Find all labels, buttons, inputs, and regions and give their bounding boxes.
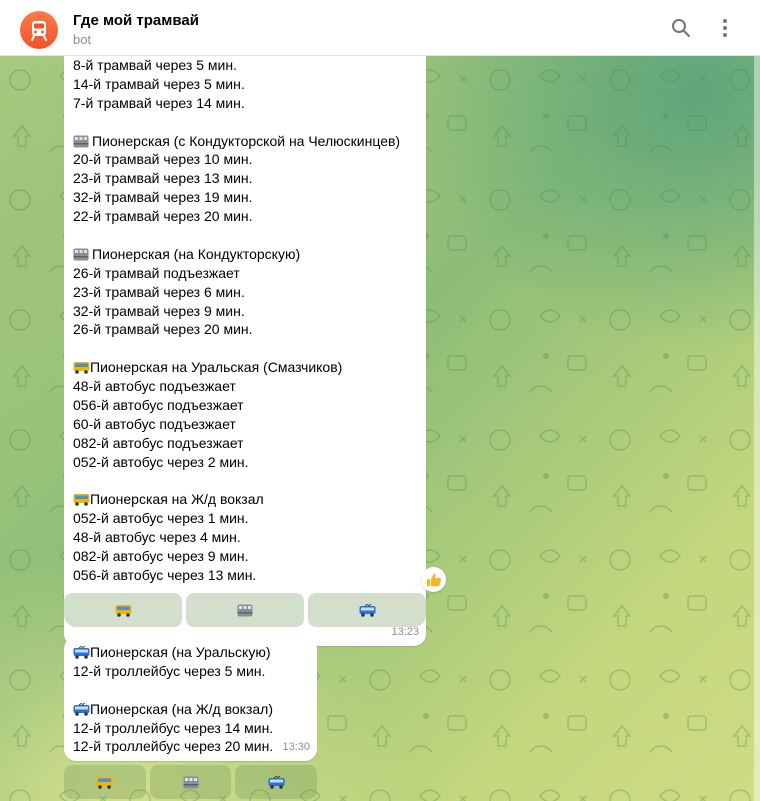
- keyboard-button-tram[interactable]: [186, 593, 304, 627]
- stop-title: Пионерская (на Ж/д вокзал): [90, 700, 273, 717]
- keyboard-button-bus[interactable]: [64, 765, 146, 799]
- message-line: 32-й трамвай через 19 мин.: [73, 189, 253, 206]
- stop-title: Пионерская на Ж/д вокзал: [90, 491, 264, 508]
- message-line: 23-й трамвай через 13 мин.: [73, 170, 253, 187]
- stop-title: Пионерская (на Кондукторскую): [92, 245, 301, 262]
- tram-stop-icon: [73, 248, 89, 261]
- chat-subtitle: bot: [73, 32, 92, 47]
- tram-icon: [237, 604, 253, 616]
- message-line: 12-й троллейбус через 20 мин.: [73, 738, 274, 755]
- bus-icon: [73, 362, 90, 374]
- message-time: 13:30: [282, 741, 310, 754]
- trolleybus-icon: [73, 702, 90, 716]
- message-line: 082-й автобус через 9 мин.: [73, 548, 249, 565]
- keyboard-button-tram[interactable]: [149, 765, 232, 799]
- message-line: 60-й автобус подъезжает: [73, 415, 236, 432]
- stop-heading: Пионерская (на Кондукторскую): [73, 245, 418, 264]
- bus-icon: [115, 604, 131, 617]
- search-icon: [672, 19, 690, 37]
- message-line: 052-й автобус через 1 мин.: [73, 510, 249, 527]
- stop-heading: Пионерская (на Ж/д вокзал): [73, 700, 309, 719]
- chat-area[interactable]: 8-й трамвай через 5 мин. 14-й трамвай че…: [0, 56, 760, 801]
- keyboard-button-bus[interactable]: [64, 593, 182, 627]
- message-line: 22-й трамвай через 20 мин.: [73, 208, 253, 225]
- stop-title: Пионерская на Уральская (Смазчиков): [90, 359, 343, 376]
- message-line: 32-й трамвай через 9 мин.: [73, 302, 245, 319]
- more-vertical-icon: [723, 19, 727, 37]
- message-line: 14-й трамвай через 5 мин.: [73, 75, 245, 92]
- chat-header: Где мой трамвай bot: [0, 0, 760, 56]
- tram-icon: [31, 21, 47, 41]
- message-line: 48-й автобус подъезжает: [73, 378, 236, 395]
- keyboard-button-trolleybus[interactable]: [308, 593, 426, 627]
- message-line: 48-й автобус через 4 мин.: [73, 529, 241, 546]
- message-line: 12-й троллейбус через 14 мин.: [73, 719, 274, 736]
- message-line: 26-й трамвай подъезжает: [73, 264, 240, 281]
- bot-avatar[interactable]: [20, 11, 58, 49]
- message-line: 26-й трамвай через 20 мин.: [73, 321, 253, 338]
- more-menu-button[interactable]: [709, 12, 741, 44]
- chat-title[interactable]: Где мой трамвай: [73, 12, 199, 29]
- stop-title: Пионерская (с Кондукторской на Челюскинц…: [92, 132, 401, 149]
- stop-heading: Пионерская на Уральская (Смазчиков): [73, 358, 418, 377]
- message-line: 082-й автобус подъезжает: [73, 434, 244, 451]
- search-button[interactable]: [665, 12, 697, 44]
- message-line: 12-й троллейбус через 5 мин.: [73, 662, 266, 679]
- stop-heading: Пионерская (с Кондукторской на Челюскинц…: [73, 132, 418, 151]
- thumbs-up-icon: [426, 573, 441, 586]
- inline-keyboard: [64, 765, 318, 799]
- message-bubble[interactable]: 8-й трамвай через 5 мин. 14-й трамвай че…: [64, 56, 426, 646]
- stop-heading: Пионерская (на Уральскую): [73, 643, 309, 662]
- message-bubble[interactable]: Пионерская (на Уральскую) 12-й троллейбу…: [64, 637, 317, 761]
- message-line: 8-й трамвай через 5 мин.: [73, 57, 237, 73]
- message-line: 20-й трамвай через 10 мин.: [73, 151, 253, 168]
- bus-icon: [73, 494, 90, 507]
- stop-title: Пионерская (на Уральскую): [90, 644, 271, 660]
- message-line: 052-й автобус через 2 мин.: [73, 453, 249, 470]
- stop-heading: Пионерская на Ж/д вокзал: [73, 490, 418, 509]
- trolleybus-icon: [268, 775, 285, 789]
- trolleybus-icon: [359, 603, 375, 617]
- bus-icon: [96, 776, 113, 789]
- tram-stop-icon: [73, 135, 89, 147]
- trolleybus-icon: [73, 645, 90, 659]
- inline-keyboard: [64, 593, 426, 627]
- reaction-badge[interactable]: [421, 567, 446, 592]
- message-line: 056-й автобус подъезжает: [73, 397, 244, 414]
- message-line: 7-й трамвай через 14 мин.: [73, 94, 245, 111]
- message-line: 23-й трамвай через 6 мин.: [73, 283, 245, 300]
- tram-icon: [183, 776, 198, 788]
- keyboard-button-trolleybus[interactable]: [235, 765, 318, 799]
- scrollbar-track[interactable]: [754, 56, 760, 801]
- message-line: 056-й автобус через 13 мин.: [73, 567, 257, 584]
